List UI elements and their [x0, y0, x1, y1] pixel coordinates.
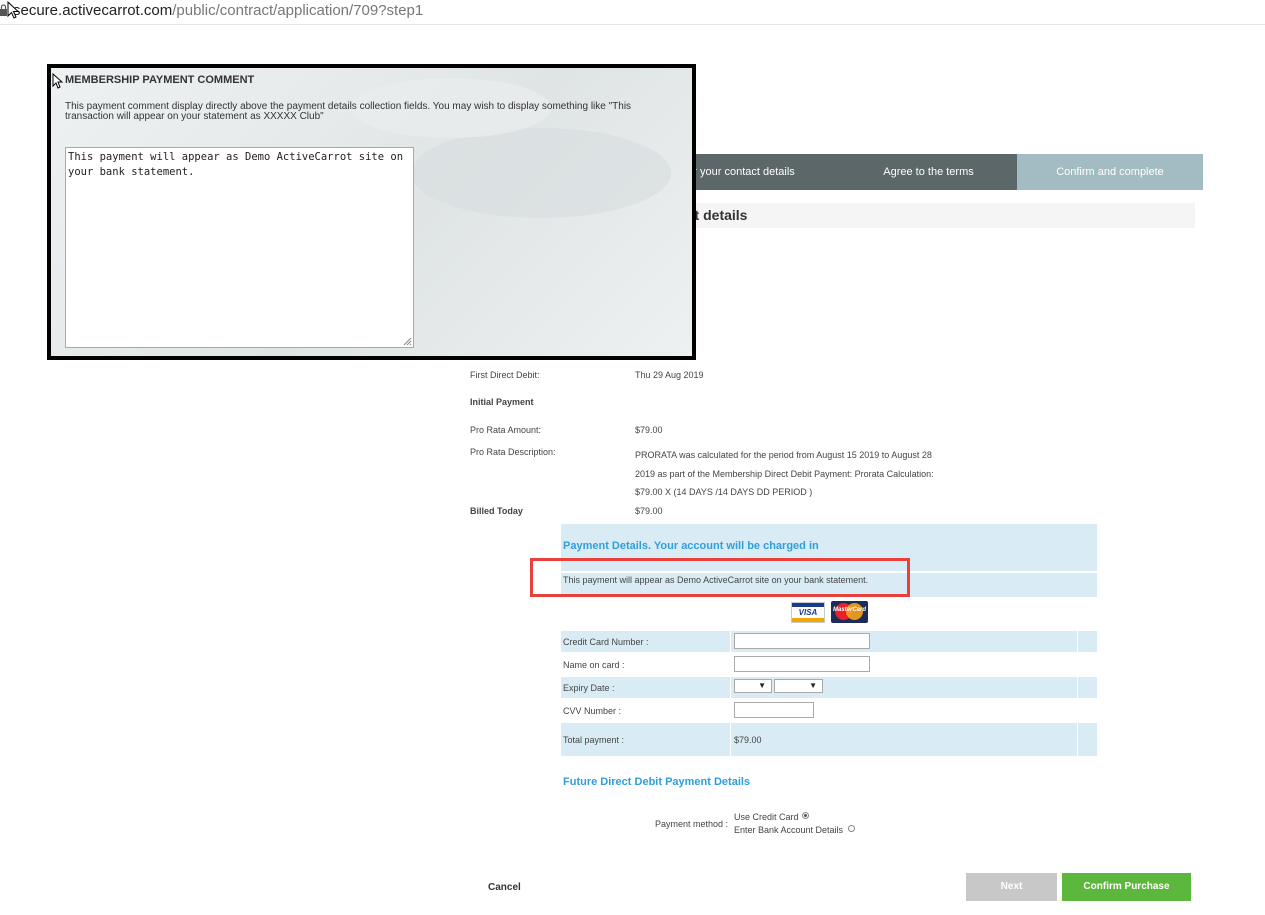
expiry-month-select[interactable]: ▼: [734, 679, 772, 693]
payment-details-title: Payment Details. Your account will be ch…: [563, 540, 819, 552]
total-payment-label: Total payment :: [563, 735, 625, 745]
progress-steps: er your contact details Agree to the ter…: [642, 154, 1203, 190]
cvv-label: CVV Number :: [563, 706, 622, 716]
pro-rata-line-2: 2019 as part of the Membership Direct De…: [635, 468, 934, 479]
pro-rata-amount-label: Pro Rata Amount:: [470, 425, 542, 435]
address-bar[interactable]: secure.activecarrot.com/public/contract/…: [0, 0, 1265, 25]
step-confirm-complete[interactable]: Confirm and complete: [1017, 154, 1203, 190]
cvv-input[interactable]: [734, 702, 814, 718]
cc-number-input[interactable]: [734, 633, 870, 649]
pro-rata-description-value: PRORATA was calculated for the period fr…: [635, 446, 945, 502]
resize-grip-icon[interactable]: [402, 336, 412, 346]
pro-rata-line-3: $79.00 X (14 DAYS /14 DAYS DD PERIOD ): [635, 487, 813, 497]
step-agree-terms[interactable]: Agree to the terms: [840, 154, 1017, 190]
payment-comment-panel: MEMBERSHIP PAYMENT COMMENT This payment …: [47, 64, 696, 360]
mastercard-icon: MasterCard: [831, 601, 868, 623]
panel-description: This payment comment display directly ab…: [65, 101, 632, 122]
expiry-year-select[interactable]: ▼: [774, 679, 823, 693]
cancel-link[interactable]: Cancel: [488, 882, 521, 893]
url-host: secure.activecarrot.com: [13, 2, 173, 19]
pro-rata-line-1: PRORATA was calculated for the period fr…: [635, 450, 932, 460]
billed-today-value: $79.00: [635, 506, 663, 516]
mouse-cursor-icon: [52, 73, 63, 89]
highlight-box: [530, 558, 910, 597]
form-row-expiry: [561, 677, 1097, 698]
form-row-total: [561, 723, 1097, 756]
lock-icon: [0, 4, 7, 16]
pro-rata-description-label: Pro Rata Description:: [470, 447, 556, 457]
enter-bank-account-label[interactable]: Enter Bank Account Details: [734, 825, 843, 835]
visa-label: VISA: [798, 608, 818, 617]
future-dd-title: Future Direct Debit Payment Details: [563, 776, 751, 788]
pro-rata-amount-value: $79.00: [635, 425, 663, 435]
name-on-card-input[interactable]: [734, 656, 870, 672]
first-direct-debit-value: Thu 29 Aug 2019: [635, 370, 704, 380]
expiry-date-label: Expiry Date :: [563, 683, 615, 693]
panel-title: MEMBERSHIP PAYMENT COMMENT: [65, 74, 255, 86]
visa-card-icon: VISA: [791, 602, 825, 623]
initial-payment-heading: Initial Payment: [470, 397, 534, 407]
use-credit-card-radio[interactable]: [802, 812, 809, 819]
use-credit-card-label[interactable]: Use Credit Card: [734, 812, 799, 822]
mastercard-label: MasterCard: [832, 607, 866, 613]
form-row-cvv: [561, 700, 1097, 721]
billed-today-label: Billed Today: [470, 506, 523, 516]
first-direct-debit-label: First Direct Debit:: [470, 370, 540, 380]
confirm-purchase-button[interactable]: Confirm Purchase: [1062, 873, 1191, 901]
name-on-card-label: Name on card :: [563, 660, 625, 670]
payment-comment-textarea[interactable]: This payment will appear as Demo ActiveC…: [65, 147, 414, 348]
next-button[interactable]: Next: [966, 873, 1057, 901]
url-path: /public/contract/application/709?step1: [172, 2, 424, 19]
background-photo: [411, 128, 671, 218]
mouse-cursor-icon: [7, 1, 19, 19]
payment-method-label: Payment method :: [655, 819, 729, 829]
enter-bank-account-radio[interactable]: [848, 825, 855, 832]
url-text[interactable]: secure.activecarrot.com/public/contract/…: [13, 2, 423, 19]
cc-number-label: Credit Card Number :: [563, 637, 649, 647]
total-payment-value: $79.00: [734, 735, 762, 745]
